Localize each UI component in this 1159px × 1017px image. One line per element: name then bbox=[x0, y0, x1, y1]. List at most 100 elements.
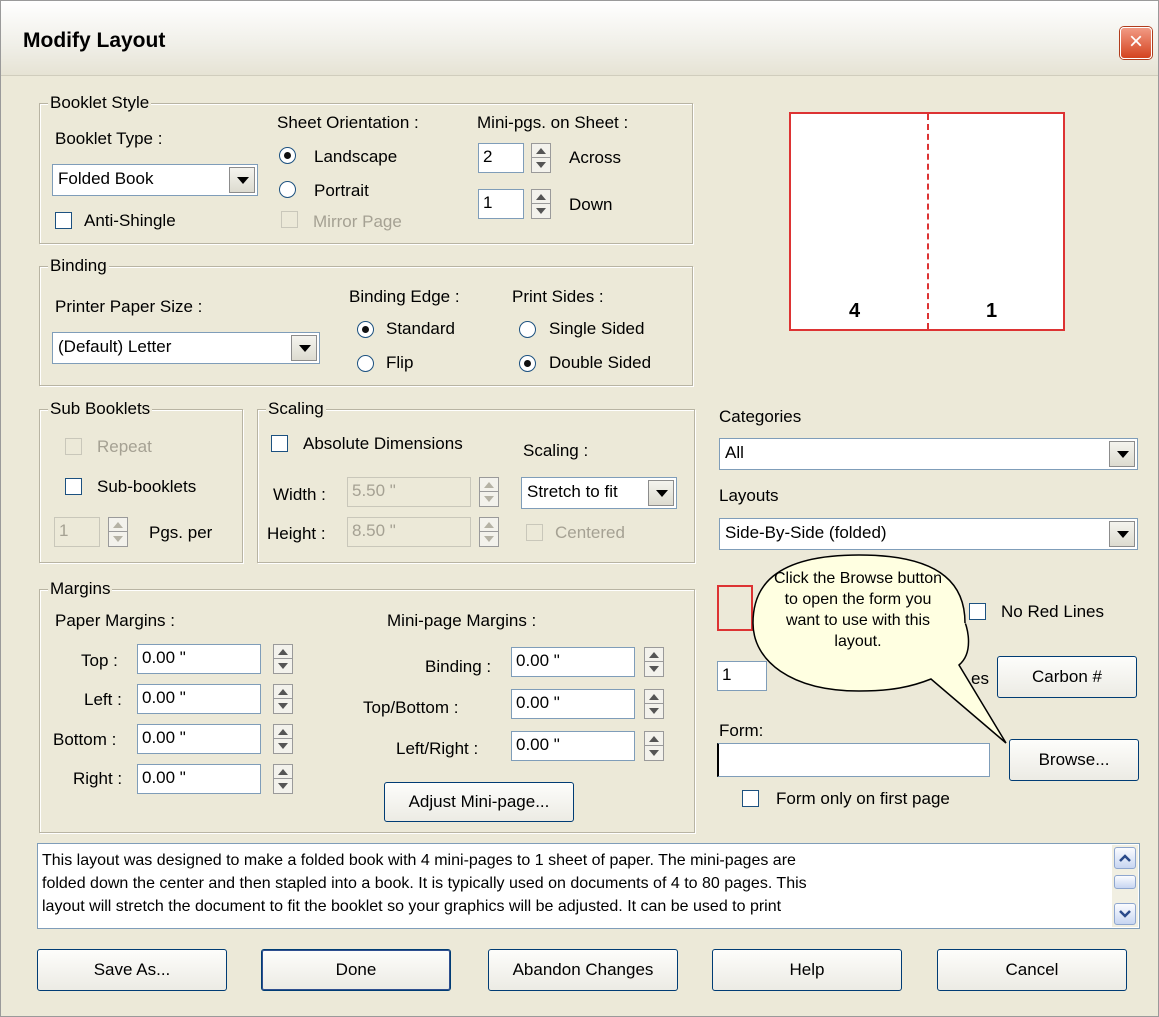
width-spinner[interactable] bbox=[479, 477, 499, 507]
scroll-up-icon[interactable] bbox=[1114, 847, 1136, 869]
no-red-lines-checkbox[interactable] bbox=[969, 603, 986, 620]
fold-line bbox=[927, 114, 929, 329]
portrait-radio[interactable] bbox=[279, 181, 296, 198]
absolute-dimensions-checkbox[interactable] bbox=[271, 435, 288, 452]
standard-radio[interactable] bbox=[357, 321, 374, 338]
categories-select[interactable]: All bbox=[719, 438, 1138, 470]
mirror-page-checkbox[interactable] bbox=[281, 211, 298, 228]
leftright-margin-spinner[interactable] bbox=[644, 731, 664, 761]
sheet-orientation-label: Sheet Orientation : bbox=[277, 113, 419, 132]
form-first-page-label: Form only on first page bbox=[776, 789, 950, 808]
left-margin-label: Left : bbox=[84, 690, 122, 709]
binding-margin-input[interactable]: 0.00 " bbox=[511, 647, 635, 677]
adjust-mini-page-button[interactable]: Adjust Mini-page... bbox=[384, 782, 574, 822]
scaling-legend: Scaling bbox=[266, 399, 326, 419]
form-input[interactable] bbox=[717, 743, 990, 777]
leftright-margin-label: Left/Right : bbox=[396, 739, 479, 758]
description-text: This layout was designed to make a folde… bbox=[42, 852, 807, 915]
save-as-button[interactable]: Save As... bbox=[37, 949, 227, 991]
topbottom-margin-spinner[interactable] bbox=[644, 689, 664, 719]
repeat-label: Repeat bbox=[97, 437, 152, 456]
right-margin-label: Right : bbox=[73, 769, 123, 788]
sub-booklets-legend: Sub Booklets bbox=[48, 399, 153, 419]
modify-layout-dialog: Modify Layout × Booklet Style Booklet Ty… bbox=[0, 0, 1159, 1017]
height-spinner[interactable] bbox=[479, 517, 499, 547]
chevron-down-icon[interactable] bbox=[1109, 521, 1135, 547]
chevron-down-icon[interactable] bbox=[291, 335, 317, 361]
double-sided-label: Double Sided bbox=[549, 353, 652, 372]
binding-legend: Binding bbox=[48, 256, 109, 276]
landscape-label: Landscape bbox=[314, 147, 398, 166]
down-spinner[interactable] bbox=[531, 189, 551, 219]
landscape-radio[interactable] bbox=[279, 147, 296, 164]
booklet-type-select[interactable]: Folded Book bbox=[52, 164, 258, 196]
leftright-margin-input[interactable]: 0.00 " bbox=[511, 731, 635, 761]
layout-description[interactable]: This layout was designed to make a folde… bbox=[37, 843, 1140, 929]
left-margin-input[interactable]: 0.00 " bbox=[137, 684, 261, 714]
booklet-style-legend: Booklet Style bbox=[48, 93, 152, 113]
carbon-button[interactable]: Carbon # bbox=[997, 656, 1137, 698]
down-label: Down bbox=[569, 195, 613, 214]
width-input[interactable]: 5.50 " bbox=[347, 477, 471, 507]
across-input[interactable]: 2 bbox=[478, 143, 524, 173]
bottom-margin-input[interactable]: 0.00 " bbox=[137, 724, 261, 754]
copies-input[interactable]: 1 bbox=[717, 661, 767, 691]
sub-booklets-checkbox[interactable] bbox=[65, 478, 82, 495]
topbottom-margin-input[interactable]: 0.00 " bbox=[511, 689, 635, 719]
paper-size-value: (Default) Letter bbox=[58, 337, 172, 356]
browse-button[interactable]: Browse... bbox=[1009, 739, 1139, 781]
pgs-per-spinner[interactable] bbox=[108, 517, 128, 547]
binding-edge-label: Binding Edge : bbox=[349, 287, 460, 306]
top-margin-spinner[interactable] bbox=[273, 644, 293, 674]
chevron-down-icon[interactable] bbox=[648, 480, 674, 506]
red-line-swatch[interactable] bbox=[717, 585, 753, 631]
portrait-label: Portrait bbox=[314, 181, 369, 200]
mini-pgs-label: Mini-pgs. on Sheet : bbox=[477, 113, 629, 132]
layout-preview: 4 1 bbox=[789, 112, 1065, 331]
height-input[interactable]: 8.50 " bbox=[347, 517, 471, 547]
margins-legend: Margins bbox=[48, 579, 113, 599]
description-scrollbar[interactable] bbox=[1112, 845, 1138, 927]
booklet-type-value: Folded Book bbox=[58, 169, 154, 188]
top-margin-input[interactable]: 0.00 " bbox=[137, 644, 261, 674]
pgs-per-input[interactable]: 1 bbox=[54, 517, 100, 547]
top-margin-label: Top : bbox=[81, 651, 118, 670]
cancel-button[interactable]: Cancel bbox=[937, 949, 1127, 991]
binding-margin-spinner[interactable] bbox=[644, 647, 664, 677]
down-input[interactable]: 1 bbox=[478, 189, 524, 219]
right-margin-spinner[interactable] bbox=[273, 764, 293, 794]
print-sides-label: Print Sides : bbox=[512, 287, 604, 306]
repeat-checkbox[interactable] bbox=[65, 438, 82, 455]
form-first-page-checkbox[interactable] bbox=[742, 790, 759, 807]
chevron-down-icon[interactable] bbox=[1109, 441, 1135, 467]
topbottom-margin-label: Top/Bottom : bbox=[363, 698, 459, 717]
paper-size-select[interactable]: (Default) Letter bbox=[52, 332, 320, 364]
chevron-down-icon[interactable] bbox=[229, 167, 255, 193]
centered-checkbox[interactable] bbox=[526, 524, 543, 541]
bottom-margin-spinner[interactable] bbox=[273, 724, 293, 754]
scaling-select[interactable]: Stretch to fit bbox=[521, 477, 677, 509]
scaling-value: Stretch to fit bbox=[527, 482, 618, 501]
close-icon[interactable]: × bbox=[1120, 27, 1152, 59]
help-button[interactable]: Help bbox=[712, 949, 902, 991]
layouts-value: Side-By-Side (folded) bbox=[725, 523, 887, 542]
no-red-lines-label: No Red Lines bbox=[1001, 602, 1105, 621]
anti-shingle-label: Anti-Shingle bbox=[84, 211, 176, 230]
copies-label: es bbox=[971, 669, 989, 688]
scroll-thumb[interactable] bbox=[1114, 875, 1136, 889]
anti-shingle-checkbox[interactable] bbox=[55, 212, 72, 229]
abandon-changes-button[interactable]: Abandon Changes bbox=[488, 949, 678, 991]
scroll-down-icon[interactable] bbox=[1114, 903, 1136, 925]
across-spinner[interactable] bbox=[531, 143, 551, 173]
bottom-margin-label: Bottom : bbox=[53, 730, 117, 749]
centered-label: Centered bbox=[555, 523, 625, 542]
categories-value: All bbox=[725, 443, 744, 462]
left-margin-spinner[interactable] bbox=[273, 684, 293, 714]
right-margin-input[interactable]: 0.00 " bbox=[137, 764, 261, 794]
layouts-select[interactable]: Side-By-Side (folded) bbox=[719, 518, 1138, 550]
single-sided-label: Single Sided bbox=[549, 319, 645, 338]
flip-radio[interactable] bbox=[357, 355, 374, 372]
double-sided-radio[interactable] bbox=[519, 355, 536, 372]
single-sided-radio[interactable] bbox=[519, 321, 536, 338]
done-button[interactable]: Done bbox=[261, 949, 451, 991]
